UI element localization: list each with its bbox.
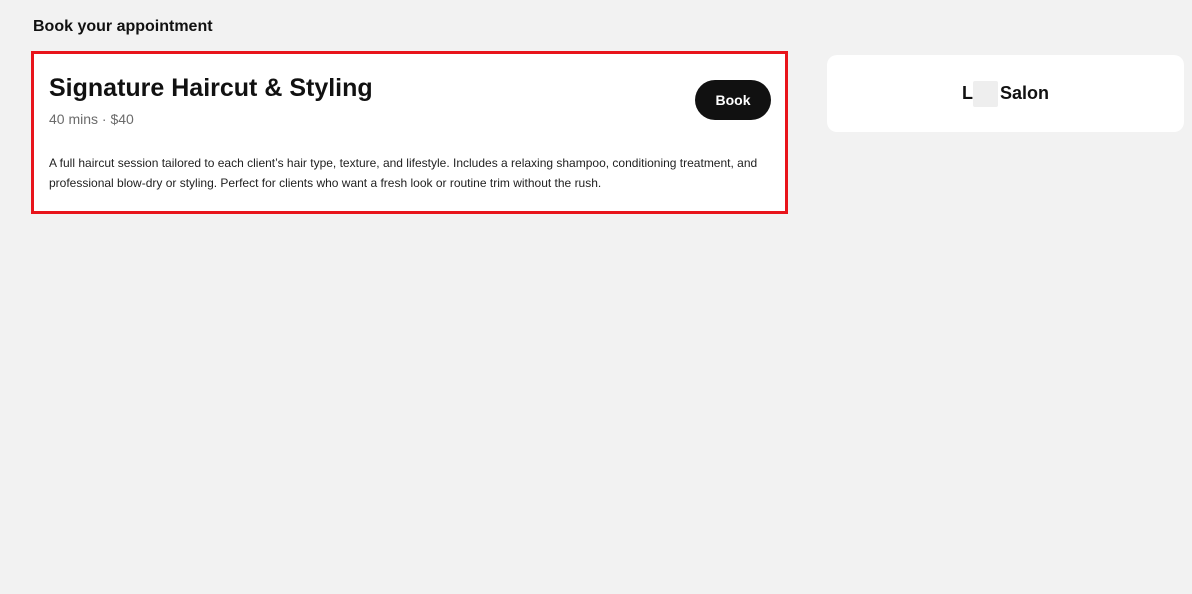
- salon-name: L Salon: [961, 80, 1049, 107]
- redaction-block: [972, 80, 998, 107]
- service-duration-price: 40 mins · $40: [49, 111, 134, 127]
- book-button[interactable]: Book: [695, 80, 771, 120]
- salon-card: L Salon: [827, 55, 1184, 132]
- page-title: Book your appointment: [33, 18, 213, 35]
- service-description: A full haircut session tailored to each …: [49, 156, 758, 190]
- salon-name-rest: Salon: [999, 83, 1049, 103]
- service-card: Signature Haircut & Styling 40 mins · $4…: [31, 51, 788, 214]
- booking-page: Book your appointment Signature Haircut …: [0, 0, 1192, 594]
- salon-name-initial: L: [961, 83, 973, 103]
- service-title: Signature Haircut & Styling: [49, 74, 373, 102]
